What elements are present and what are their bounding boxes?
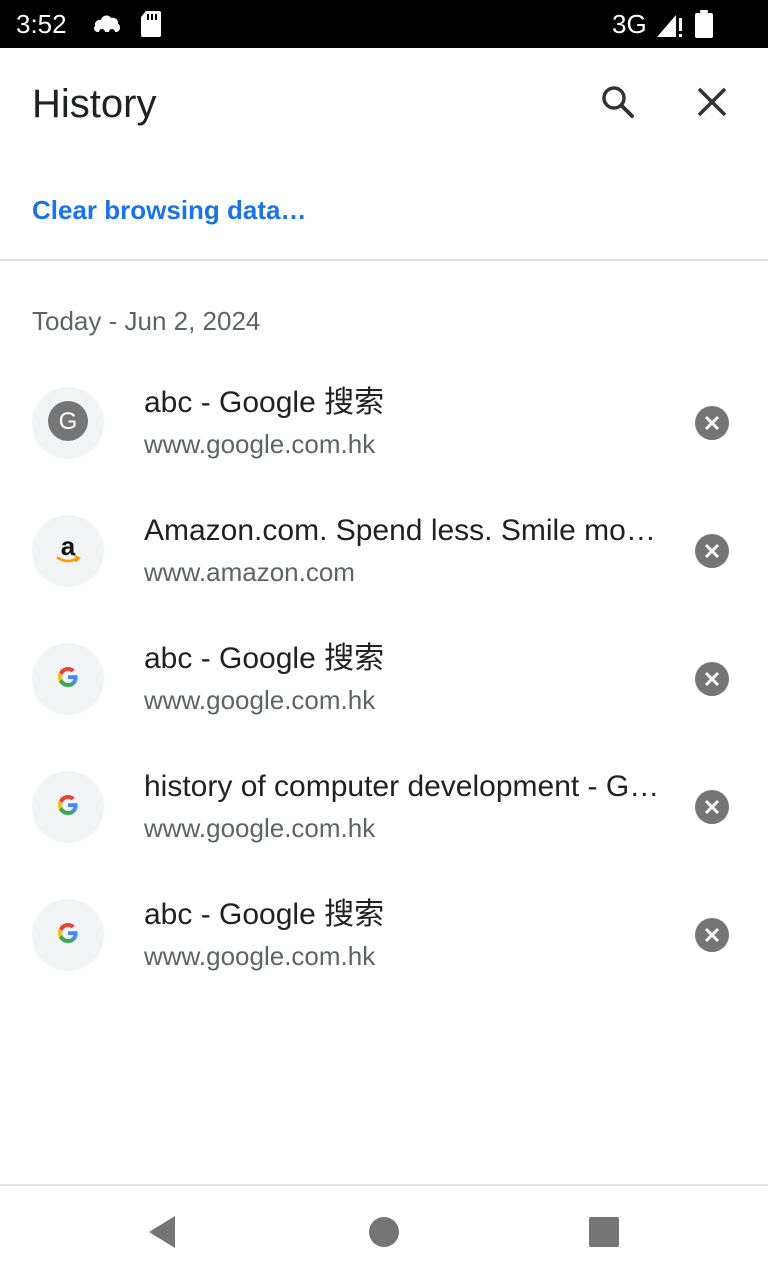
svg-text:a: a [61,531,76,561]
remove-item-button[interactable] [692,917,732,957]
svg-text:G: G [59,408,78,435]
history-item[interactable]: abc - Google 搜索 www.google.com.hk [0,614,768,742]
remove-item-button[interactable] [692,405,732,445]
history-item-url: www.amazon.com [144,557,355,587]
sd-card-icon [140,10,162,43]
date-header: Today - Jun 2, 2024 [32,306,261,336]
remove-item-button[interactable] [692,533,732,573]
remove-item-button[interactable] [692,789,732,829]
cloud-icon [92,10,122,41]
google-g-gray-icon: G [46,399,90,448]
favicon [32,771,104,843]
page-title: History [32,82,157,126]
history-item[interactable]: a Amazon.com. Spend less. Smile more. ww… [0,486,768,614]
remove-icon [694,789,730,830]
status-bar: 3:52 3G [0,0,768,48]
close-button[interactable] [684,76,740,132]
remove-icon [694,917,730,958]
remove-icon [694,661,730,702]
search-icon [598,82,638,127]
remove-icon [694,405,730,446]
history-item-url: www.google.com.hk [144,685,376,715]
status-time: 3:52 [16,9,67,39]
google-icon [56,921,80,950]
nav-bar [0,1186,768,1280]
clear-browsing-data-link[interactable]: Clear browsing data… [32,192,307,228]
history-item-url: www.google.com.hk [144,429,376,459]
recents-icon [588,1216,620,1253]
favicon [32,899,104,971]
history-item-url: www.google.com.hk [144,813,376,843]
history-list: G abc - Google 搜索 www.google.com.hk a Am… [0,358,768,998]
google-icon [56,665,80,694]
network-type: 3G [612,9,647,39]
favicon: a [32,515,104,587]
home-icon [368,1216,400,1253]
back-icon [145,1214,179,1255]
amazon-icon: a [50,531,86,572]
favicon: G [32,387,104,459]
history-item[interactable]: history of computer development - Google… [0,742,768,870]
back-button[interactable] [134,1206,190,1262]
battery-icon [694,10,714,43]
history-item-url: www.google.com.hk [144,941,376,971]
history-item-title: Amazon.com. Spend less. Smile more. [144,514,660,547]
close-icon [694,84,730,125]
remove-item-button[interactable] [692,661,732,701]
favicon [32,643,104,715]
toolbar: History [0,48,768,160]
history-item-title: abc - Google 搜索 [144,386,385,419]
history-item[interactable]: abc - Google 搜索 www.google.com.hk [0,870,768,998]
search-button[interactable] [590,76,646,132]
signal-icon [656,12,684,43]
divider [0,259,768,261]
google-icon [56,793,80,822]
recents-button[interactable] [576,1206,632,1262]
history-item-title: abc - Google 搜索 [144,898,385,931]
home-button[interactable] [356,1206,412,1262]
history-item[interactable]: G abc - Google 搜索 www.google.com.hk [0,358,768,486]
screen: 3:52 3G History Clear browsing data… Tod… [0,0,768,1280]
history-item-title: history of computer development - Google… [144,770,660,803]
remove-icon [694,533,730,574]
history-item-title: abc - Google 搜索 [144,642,385,675]
